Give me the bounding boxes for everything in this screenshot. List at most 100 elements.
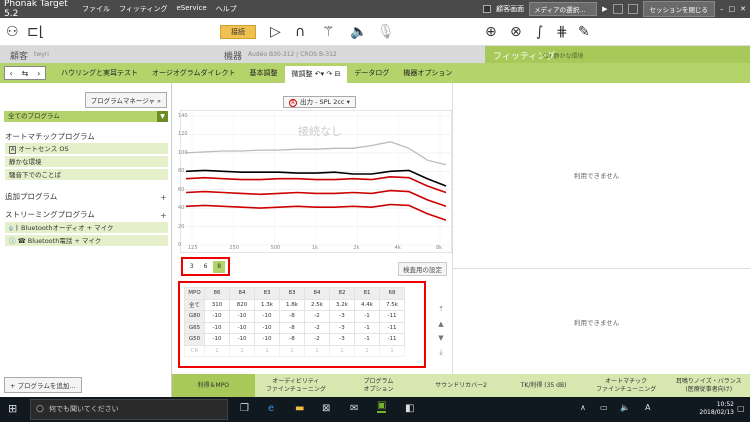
volume-icon[interactable]: 🔈 bbox=[620, 403, 630, 412]
user-icon[interactable]: ⚇ bbox=[6, 24, 19, 40]
redo-icon[interactable]: ↷ bbox=[326, 70, 332, 78]
add-program-button[interactable]: + プログラムを追加... bbox=[4, 377, 82, 393]
program-item-quiet[interactable]: 静かな環境 bbox=[5, 156, 168, 168]
maximize-icon[interactable]: □ bbox=[729, 5, 736, 13]
tab-device-options[interactable]: 機器オプション bbox=[396, 63, 459, 83]
mail-icon[interactable]: ✉ bbox=[350, 403, 358, 414]
step-all-down-icon[interactable]: ⤓ bbox=[439, 348, 442, 357]
network-icon[interactable]: ▭ bbox=[600, 403, 608, 412]
program-item-bt-audio[interactable]: ⓘ ᛒ Bluetoothオーディオ + マイク bbox=[5, 222, 168, 234]
program-item-autosense[interactable]: A オートセンス OS bbox=[5, 143, 168, 155]
tray-up-icon[interactable]: ∧ bbox=[580, 403, 586, 412]
table-cell[interactable]: 1 bbox=[304, 344, 330, 357]
test-settings-button[interactable]: 検査用の設定 bbox=[398, 262, 447, 276]
mic-off-icon[interactable]: 🎙 bbox=[377, 24, 395, 40]
menu-file[interactable]: ファイル bbox=[82, 4, 110, 14]
clock[interactable]: 10:52 2018/02/13 bbox=[699, 401, 734, 417]
table-cell[interactable]: 83 bbox=[254, 287, 280, 300]
output-select[interactable]: R 出力 - SPL 2cc ▾ bbox=[283, 96, 356, 108]
table-cell[interactable]: 1 bbox=[204, 344, 230, 357]
table-cell[interactable]: -3 bbox=[329, 310, 355, 323]
connect-button[interactable]: 接続 bbox=[220, 25, 256, 39]
minimize-icon[interactable]: – bbox=[720, 5, 724, 13]
btab-tk-gain[interactable]: TK/利得 (35 dB) bbox=[502, 374, 585, 397]
task-view-icon[interactable]: ❐ bbox=[240, 403, 249, 414]
table-cell[interactable]: 68 bbox=[379, 287, 405, 300]
table-cell[interactable]: -10 bbox=[229, 310, 255, 323]
crosshair-icon[interactable]: ⊗ bbox=[510, 24, 522, 40]
settings-icon[interactable] bbox=[612, 4, 623, 14]
table-cell[interactable]: -8 bbox=[279, 333, 305, 346]
close-icon[interactable]: ✕ bbox=[740, 5, 746, 13]
search-box[interactable]: ○ 何でも聞いてください bbox=[30, 399, 228, 420]
btab-gain-mpo[interactable]: 利得＆MPO bbox=[172, 374, 255, 397]
table-cell[interactable]: 83 bbox=[279, 287, 305, 300]
table-cell[interactable]: -2 bbox=[304, 333, 330, 346]
table-cell[interactable]: -2 bbox=[304, 310, 330, 323]
table-cell[interactable]: -1 bbox=[354, 333, 380, 346]
table-cell[interactable]: -10 bbox=[229, 333, 255, 346]
table-cell[interactable]: -8 bbox=[279, 321, 305, 334]
table-cell[interactable]: -10 bbox=[254, 310, 280, 323]
table-cell[interactable]: 86 bbox=[204, 287, 230, 300]
ear-icon[interactable]: ∫ bbox=[536, 24, 543, 40]
table-cell[interactable]: -3 bbox=[329, 333, 355, 346]
forward-icon[interactable]: › bbox=[37, 69, 40, 78]
tab-basic-tuning[interactable]: 基本調整 bbox=[243, 63, 285, 83]
table-cell[interactable]: -1 bbox=[354, 321, 380, 334]
table-cell[interactable]: 1 bbox=[329, 344, 355, 357]
windows-start-icon[interactable]: ⊞ bbox=[8, 402, 17, 415]
table-cell[interactable]: -8 bbox=[279, 310, 305, 323]
tab-feedback-test[interactable]: ハウリングと実耳テスト bbox=[54, 63, 145, 83]
table-cell[interactable]: 82 bbox=[329, 287, 355, 300]
undo-icon[interactable]: ↶▾ bbox=[315, 70, 324, 78]
play-sound-icon[interactable]: ▷ bbox=[270, 24, 281, 40]
step-down-icon[interactable]: ▼ bbox=[438, 334, 443, 342]
table-cell[interactable]: -11 bbox=[379, 321, 405, 334]
program-item-bt-phone[interactable]: ⓘ ☎ Bluetooth電話 + マイク bbox=[5, 235, 168, 247]
btab-tinnitus[interactable]: 耳鳴りノイズ・バランス (医療従事者向け) bbox=[667, 374, 750, 397]
phonak-target-task-icon[interactable]: ▣ bbox=[377, 400, 387, 413]
program-item-noise[interactable]: 騒音下でのことば bbox=[5, 169, 168, 181]
device-header[interactable]: 機器 bbox=[224, 49, 242, 62]
speaker-icon[interactable]: 🔈 bbox=[350, 24, 367, 40]
program-manager-button[interactable]: プログラムマネージャ » bbox=[84, 92, 167, 108]
wrench-icon[interactable]: ✎ bbox=[578, 24, 590, 40]
table-cell[interactable]: -3 bbox=[329, 321, 355, 334]
menu-fitting[interactable]: フィッティング bbox=[119, 4, 167, 14]
btab-soundrecover[interactable]: サウンドリカバー2 bbox=[420, 374, 503, 397]
table-cell[interactable]: 84 bbox=[304, 287, 330, 300]
table-cell[interactable]: -2 bbox=[304, 321, 330, 334]
tab-datalog[interactable]: データログ bbox=[347, 63, 396, 83]
swap-icon[interactable]: ⇆ bbox=[22, 69, 29, 78]
compare-icon[interactable]: ⊟ bbox=[334, 70, 340, 78]
menu-help[interactable]: ヘルプ bbox=[216, 4, 237, 14]
target-icon[interactable]: ⊕ bbox=[485, 24, 497, 40]
sound-icon[interactable]: ⚚ bbox=[322, 24, 335, 40]
table-cell[interactable]: -10 bbox=[204, 321, 230, 334]
tab-audiogram-direct[interactable]: オージオグラムダイレクト bbox=[145, 63, 243, 83]
add-streaming-icon[interactable]: + bbox=[160, 211, 167, 220]
hearing-aid-icon[interactable]: ⊏⌊ bbox=[27, 24, 44, 40]
gain-step-8[interactable]: 8 bbox=[213, 260, 226, 273]
fitting-header[interactable]: フィッティング (2) 静かな環境 bbox=[485, 46, 750, 63]
headphone-icon[interactable]: ∩ bbox=[295, 24, 305, 40]
ime-icon[interactable]: A bbox=[645, 403, 650, 412]
store-icon[interactable]: ⊠ bbox=[322, 403, 330, 414]
menu-eservice[interactable]: eService bbox=[176, 4, 206, 14]
table-cell[interactable]: 1 bbox=[354, 344, 380, 357]
gain-step-6[interactable]: 6 bbox=[199, 261, 211, 273]
table-cell[interactable]: -10 bbox=[254, 333, 280, 346]
step-up-icon[interactable]: ▲ bbox=[438, 320, 443, 328]
close-session-button[interactable]: セッションを閉じる bbox=[642, 1, 715, 17]
table-cell[interactable]: -10 bbox=[204, 310, 230, 323]
btab-auto-tuning[interactable]: オートマチック ファインチューニング bbox=[585, 374, 668, 397]
table-cell[interactable]: 1 bbox=[229, 344, 255, 357]
table-cell[interactable]: -11 bbox=[379, 333, 405, 346]
table-cell[interactable]: -10 bbox=[229, 321, 255, 334]
sliders-icon[interactable]: ⋕ bbox=[556, 24, 568, 40]
notification-icon[interactable]: ▢ bbox=[737, 404, 745, 413]
client-screen-checkbox[interactable] bbox=[483, 5, 492, 13]
table-cell[interactable]: -11 bbox=[379, 310, 405, 323]
table-cell[interactable]: 84 bbox=[229, 287, 255, 300]
